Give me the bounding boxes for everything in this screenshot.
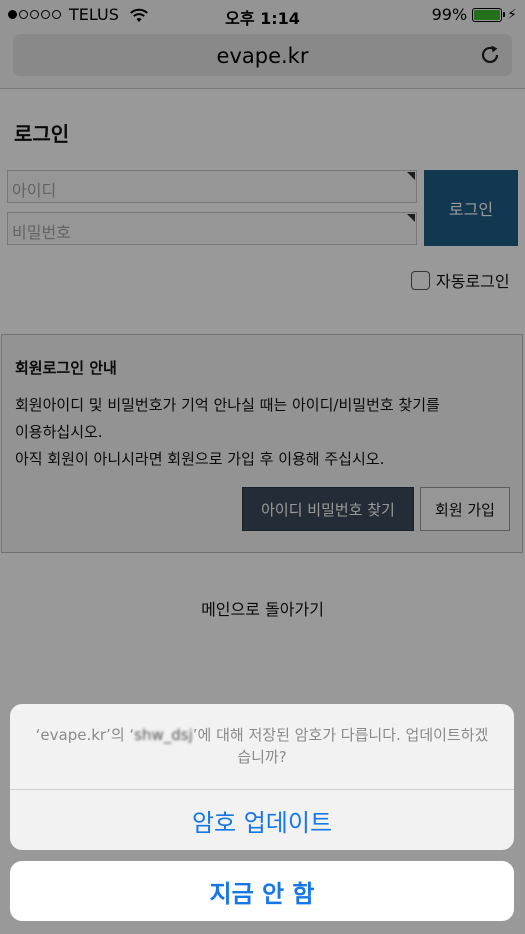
sheet-message: ‘evape.kr’의 ‘shw_dsj’에 대해 저장된 암호가 다릅니다. …	[30, 724, 494, 768]
not-now-button[interactable]: 지금 안 함	[10, 861, 514, 921]
sheet-message-suffix: ’에 대해 저장된 암호가 다릅니다. 업데이트하겠습니까?	[192, 726, 489, 766]
sheet-message-prefix: ‘evape.kr’의 ‘	[35, 726, 135, 744]
update-password-button[interactable]: 암호 업데이트	[10, 790, 514, 850]
sheet-message-account: shw_dsj	[134, 726, 193, 744]
password-update-sheet: ‘evape.kr’의 ‘shw_dsj’에 대해 저장된 암호가 다릅니다. …	[10, 704, 514, 850]
